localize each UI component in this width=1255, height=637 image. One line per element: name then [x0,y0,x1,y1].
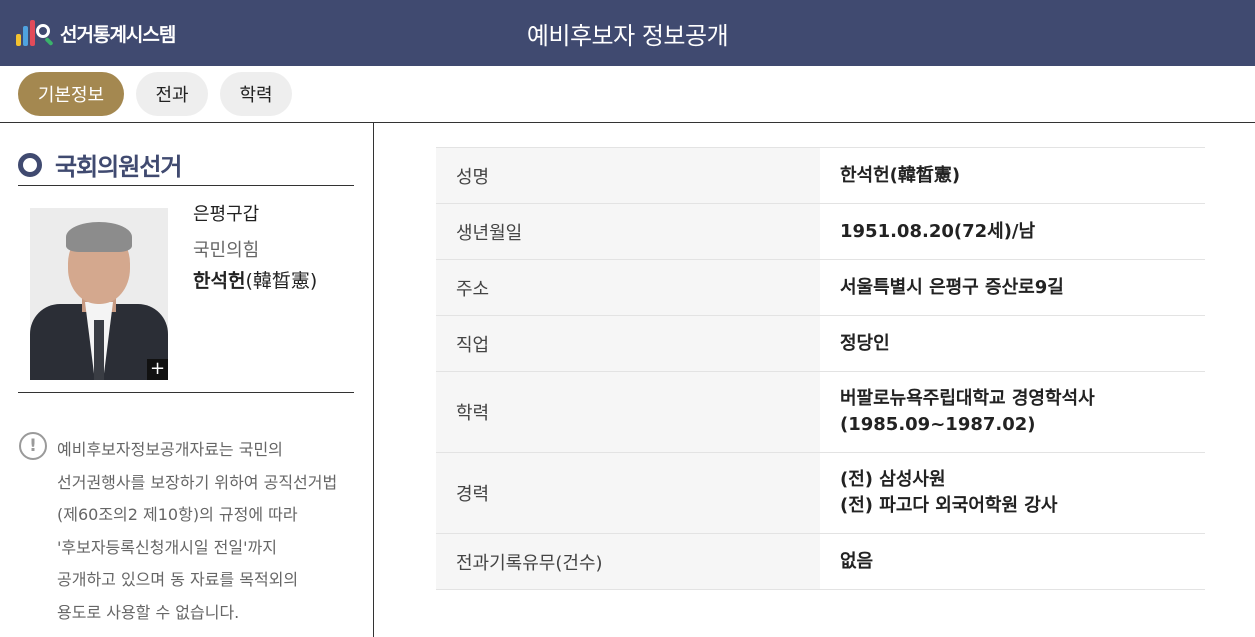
row-value: 없음 [820,533,1205,590]
row-value: 정당인 [820,315,1205,372]
candidate-summary-panel: 국회의원선거 + 은평구갑 국민의힘 한석헌(韓晳憲) ! 예비후보자정보공개자… [0,123,374,637]
table-row: 생년월일 1951.08.20(72세)/남 [436,203,1205,260]
tab-bar: 기본정보 전과 학력 [18,72,304,116]
value-line: 한석헌(韓晳憲) [840,164,961,186]
candidate-info-table: 성명 한석헌(韓晳憲) 생년월일 1951.08.20(72세)/남 주소 서울… [436,147,1205,590]
table-row: 성명 한석헌(韓晳憲) [436,147,1205,204]
top-header: 선거통계시스템 예비후보자 정보공개 [0,0,1255,66]
row-value: 1951.08.20(72세)/남 [820,203,1205,260]
candidate-district: 은평구갑 [193,204,260,225]
value-line: 버팔로뉴욕주립대학교 경영학석사 [840,388,1095,409]
table-row: 전과기록유무(건수) 없음 [436,533,1205,590]
election-type-title: 국회의원선거 [55,153,182,181]
exclamation-icon: ! [19,432,47,460]
candidate-photo: + [30,208,168,380]
notice-line: 용도로 사용할 수 없습니다. [57,602,240,622]
value-line: (전) 삼성사원 [840,469,946,490]
value-line: 없음 [840,550,874,572]
row-value: 한석헌(韓晳憲) [820,147,1205,204]
candidate-name: 한석헌(韓晳憲) [193,266,317,293]
tab-basic-info[interactable]: 기본정보 [18,72,124,116]
disclosure-notice: 예비후보자정보공개자료는 국민의 선거권행사를 보장하기 위하여 공직선거법 (… [57,434,362,629]
row-label: 경력 [436,452,820,534]
divider-line [18,392,354,393]
row-label: 생년월일 [436,203,820,260]
row-value: 서울특별시 은평구 증산로9길 [820,259,1205,316]
table-row: 직업 정당인 [436,315,1205,372]
section-title: 국회의원선거 [18,147,182,182]
candidate-name-korean: 한석헌 [193,270,246,292]
row-label: 성명 [436,147,820,204]
row-label: 전과기록유무(건수) [436,533,820,590]
notice-line: 공개하고 있으며 동 자료를 목적외의 [57,570,299,589]
divider-line [18,185,354,186]
page-title: 예비후보자 정보공개 [526,22,729,50]
row-value: 버팔로뉴욕주립대학교 경영학석사 (1985.09~1987.02) [820,371,1205,453]
value-line: 서울특별시 은평구 증산로9길 [840,276,1064,298]
panel-divider [373,123,374,637]
value-line: (전) 파고다 외국어학원 강사 [840,495,1058,516]
candidate-name-hanja: (韓晳憲) [245,270,318,292]
value-line: 정당인 [840,332,890,354]
candidate-party: 국민의힘 [193,240,260,261]
table-row: 주소 서울특별시 은평구 증산로9길 [436,259,1205,316]
value-line: (1985.09~1987.02) [840,414,1036,435]
enlarge-photo-plus-icon[interactable]: + [147,359,168,380]
notice-line: 선거권행사를 보장하기 위하여 공직선거법 [57,472,338,492]
row-label: 주소 [436,259,820,316]
table-row: 경력 (전) 삼성사원 (전) 파고다 외국어학원 강사 [436,452,1205,534]
tab-education[interactable]: 학력 [220,72,292,116]
tab-criminal-record[interactable]: 전과 [136,72,208,116]
value-line: 1951.08.20(72세)/남 [840,220,1036,242]
notice-line: (제60조의2 제10항)의 규정에 따라 [57,505,298,524]
row-label: 학력 [436,371,820,453]
circle-bullet-icon [18,152,42,177]
row-value: (전) 삼성사원 (전) 파고다 외국어학원 강사 [820,452,1205,534]
table-row: 학력 버팔로뉴욕주립대학교 경영학석사 (1985.09~1987.02) [436,371,1205,453]
row-label: 직업 [436,315,820,372]
notice-line: '후보자등록신청개시일 전일'까지 [57,537,277,557]
notice-line: 예비후보자정보공개자료는 국민의 [57,440,283,459]
